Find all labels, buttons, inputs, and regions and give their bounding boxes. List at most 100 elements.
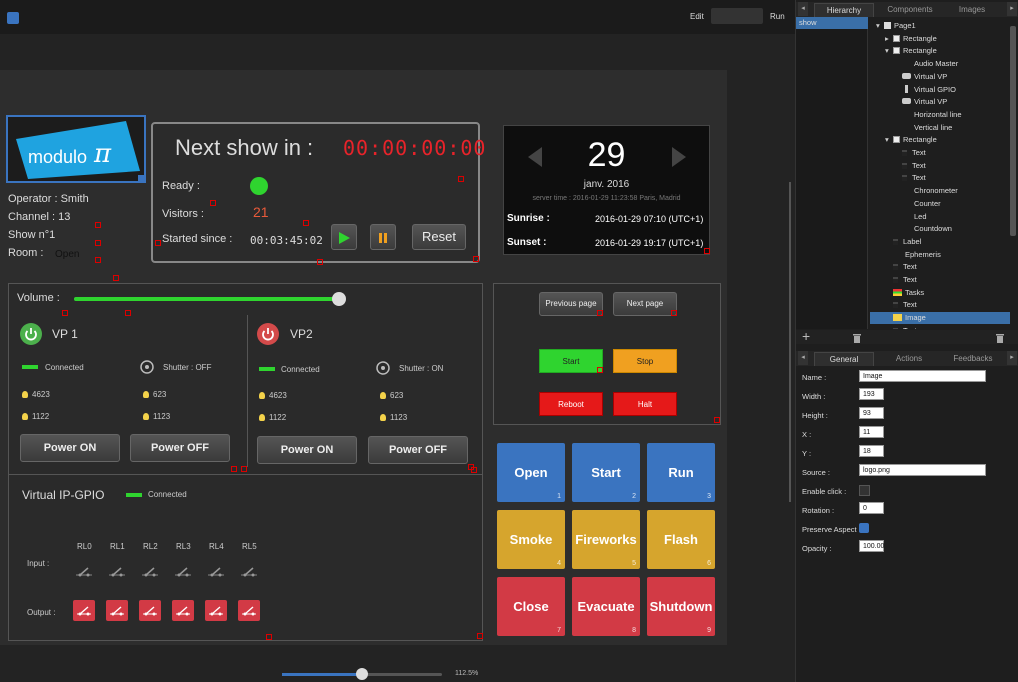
expand-arrow-icon[interactable]: ▾ <box>885 134 893 146</box>
vp1-power-icon[interactable] <box>20 323 42 345</box>
tree-node[interactable]: ▾ Rectangle <box>870 45 1010 57</box>
volume-slider[interactable] <box>74 292 346 306</box>
tree-node[interactable]: ▸ Rectangle <box>870 33 1010 45</box>
tree-node[interactable]: Text <box>870 147 1010 159</box>
prop-name-input[interactable]: Image <box>859 370 986 382</box>
tab-actions[interactable]: Actions <box>876 352 942 366</box>
vp2-power-off-button[interactable]: Power OFF <box>368 436 468 464</box>
stop-button[interactable]: Stop <box>613 349 677 373</box>
next-day-icon[interactable] <box>670 146 688 168</box>
prop-tab-scroll-left-icon[interactable]: ◂ <box>798 351 808 365</box>
scenario-tile-close[interactable]: Close 7 <box>497 577 565 636</box>
relay-output-toggle[interactable] <box>139 600 161 621</box>
tree-node[interactable]: ▾ Rectangle <box>870 134 1010 146</box>
scenario-tile-flash[interactable]: Flash 6 <box>647 510 715 569</box>
prop-rotation-input[interactable]: 0 <box>859 502 884 514</box>
expand-arrow-icon[interactable]: ▸ <box>885 33 893 45</box>
preserve-aspect-checkbox[interactable] <box>859 523 869 533</box>
canvas-vertical-scrollbar[interactable] <box>789 182 791 502</box>
prop-y-input[interactable]: 18 <box>859 445 884 457</box>
tree-node[interactable]: Vertical line <box>870 122 1010 134</box>
tree-node[interactable]: ▾ Page1 <box>870 20 1010 32</box>
prop-opacity-input[interactable]: 100.00 <box>859 540 884 552</box>
zoom-knob[interactable] <box>356 668 368 680</box>
prop-tab-scroll-right-icon[interactable]: ▸ <box>1007 351 1017 365</box>
relay-output-toggle[interactable] <box>205 600 227 621</box>
vp1-power-off-button[interactable]: Power OFF <box>130 434 230 462</box>
tree-node[interactable]: Image <box>870 312 1010 325</box>
reset-button[interactable]: Reset <box>412 224 466 250</box>
tree-node[interactable]: Ephemeris <box>870 249 1010 261</box>
relay-output-toggle[interactable] <box>238 600 260 621</box>
halt-button[interactable]: Halt <box>613 392 677 416</box>
tab-scroll-left-icon[interactable]: ◂ <box>798 2 808 16</box>
pause-button[interactable] <box>370 224 396 250</box>
tree-node[interactable]: Text <box>870 325 1010 329</box>
tab-general[interactable]: General <box>814 352 874 366</box>
tree-node[interactable]: Text <box>870 160 1010 172</box>
tree-node[interactable]: Virtual VP <box>870 71 1010 83</box>
relay-output-toggle[interactable] <box>106 600 128 621</box>
next-page-button[interactable]: Next page <box>613 292 677 316</box>
play-button[interactable] <box>331 224 357 250</box>
start-button[interactable]: Start <box>539 349 603 373</box>
scenario-tile-fireworks[interactable]: Fireworks 5 <box>572 510 640 569</box>
vp2-power-on-button[interactable]: Power ON <box>257 436 357 464</box>
tab-scroll-right-icon[interactable]: ▸ <box>1007 2 1017 16</box>
logo-image[interactable]: modulo π <box>6 115 146 183</box>
tree-node[interactable]: Counter <box>870 198 1010 210</box>
run-mode-label[interactable]: Run <box>770 12 785 21</box>
relay-output-toggle[interactable] <box>73 600 95 621</box>
vp1-power-on-button[interactable]: Power ON <box>20 434 120 462</box>
page-list-item[interactable]: show <box>796 17 868 29</box>
prop-width-input[interactable]: 193 <box>859 388 884 400</box>
prop-source-input[interactable]: logo.png <box>859 464 986 476</box>
tree-node[interactable]: Chronometer <box>870 185 1010 197</box>
scenario-tile-open[interactable]: Open 1 <box>497 443 565 502</box>
prop-x-label: X : <box>802 430 812 439</box>
shutter-icon <box>140 360 154 374</box>
add-page-icon[interactable]: + <box>802 328 810 344</box>
tab-feedbacks[interactable]: Feedbacks <box>944 352 1002 366</box>
zoom-slider[interactable] <box>282 668 442 680</box>
volume-knob[interactable] <box>331 292 346 306</box>
tree-node[interactable]: Audio Master <box>870 58 1010 70</box>
reboot-button[interactable]: Reboot <box>539 392 603 416</box>
tree-node[interactable]: Text <box>870 261 1010 273</box>
scenario-tile-evacuate[interactable]: Evacuate 8 <box>572 577 640 636</box>
prop-x-input[interactable]: 11 <box>859 426 884 438</box>
delete-page-icon[interactable] <box>852 332 862 343</box>
tab-components[interactable]: Components <box>876 3 944 17</box>
tree-node[interactable]: Virtual GPIO <box>870 84 1010 96</box>
relay-label: RL2 <box>143 542 158 551</box>
relay-output-toggle[interactable] <box>172 600 194 621</box>
expand-arrow-icon[interactable]: ▾ <box>885 45 893 57</box>
delete-node-icon[interactable] <box>995 332 1005 343</box>
tree-node[interactable]: Label <box>870 236 1010 248</box>
tree-node[interactable]: Horizontal line <box>870 109 1010 121</box>
enable-click-checkbox[interactable] <box>859 485 870 496</box>
mode-toggle[interactable] <box>711 8 763 24</box>
tree-node[interactable]: Text <box>870 274 1010 286</box>
tree-node[interactable]: Countdown <box>870 223 1010 235</box>
scenario-tile-run[interactable]: Run 3 <box>647 443 715 502</box>
previous-page-button[interactable]: Previous page <box>539 292 603 316</box>
tree-scrollbar[interactable] <box>1010 26 1016 236</box>
prop-height-input[interactable]: 93 <box>859 407 884 419</box>
zoom-level: 112.5% <box>455 670 479 677</box>
resize-handle[interactable] <box>138 175 144 181</box>
vp2-power-icon[interactable] <box>257 323 279 345</box>
tree-node[interactable]: Text <box>870 299 1010 311</box>
tree-node[interactable]: Led <box>870 211 1010 223</box>
tab-hierarchy[interactable]: Hierarchy <box>814 3 874 17</box>
scenario-tile-smoke[interactable]: Smoke 4 <box>497 510 565 569</box>
tab-images[interactable]: Images <box>946 3 998 17</box>
tree-node[interactable]: Text <box>870 172 1010 184</box>
app-menu-icon[interactable] <box>7 12 19 24</box>
tree-node[interactable]: Tasks <box>870 287 1010 299</box>
tree-node[interactable]: Virtual VP <box>870 96 1010 108</box>
edit-mode-label[interactable]: Edit <box>690 12 704 21</box>
scenario-tile-start[interactable]: Start 2 <box>572 443 640 502</box>
scenario-tile-shutdown[interactable]: Shutdown 9 <box>647 577 715 636</box>
expand-arrow-icon[interactable]: ▾ <box>876 20 884 32</box>
